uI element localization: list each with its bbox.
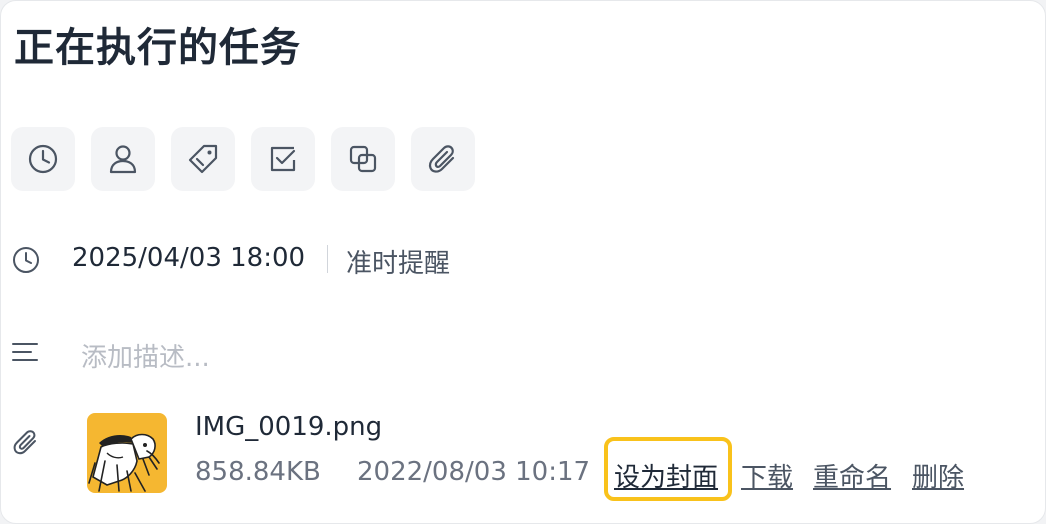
clock-icon: [28, 144, 58, 174]
clock-icon: [13, 247, 39, 273]
paperclip-icon: [13, 430, 36, 455]
set-cover-link[interactable]: 设为封面: [614, 457, 718, 494]
due-datetime[interactable]: 2025/04/03 18:00: [72, 243, 305, 273]
tag-icon: [188, 144, 218, 174]
divider: [327, 245, 328, 273]
subtask-icon: [349, 145, 377, 173]
task-detail-card: 正在执行的任务 2025/04/03 18:00 准时提醒 添加描述... IM…: [0, 0, 1046, 524]
attachment-button[interactable]: [411, 127, 475, 191]
assignee-button[interactable]: [91, 127, 155, 191]
paperclip-icon: [428, 145, 455, 173]
attachment-upload-time: 2022/08/03 10:17: [357, 457, 591, 487]
attachment-file-size: 858.84KB: [195, 457, 321, 487]
delete-link[interactable]: 删除: [912, 457, 964, 494]
user-icon: [109, 145, 137, 174]
subtask-button[interactable]: [331, 127, 395, 191]
checkbox-icon: [270, 146, 296, 172]
text-lines-icon: [12, 343, 38, 361]
attachment-thumbnail[interactable]: [87, 413, 167, 493]
reminder-setting[interactable]: 准时提醒: [346, 243, 450, 280]
checklist-button[interactable]: [251, 127, 315, 191]
tag-button[interactable]: [171, 127, 235, 191]
task-title[interactable]: 正在执行的任务: [14, 15, 301, 73]
attachment-file-name[interactable]: IMG_0019.png: [195, 412, 382, 442]
description-input[interactable]: 添加描述...: [81, 337, 210, 374]
download-link[interactable]: 下载: [741, 457, 793, 494]
rename-link[interactable]: 重命名: [813, 457, 891, 494]
image-thumbnail: [87, 413, 167, 493]
due-date-button[interactable]: [11, 127, 75, 191]
